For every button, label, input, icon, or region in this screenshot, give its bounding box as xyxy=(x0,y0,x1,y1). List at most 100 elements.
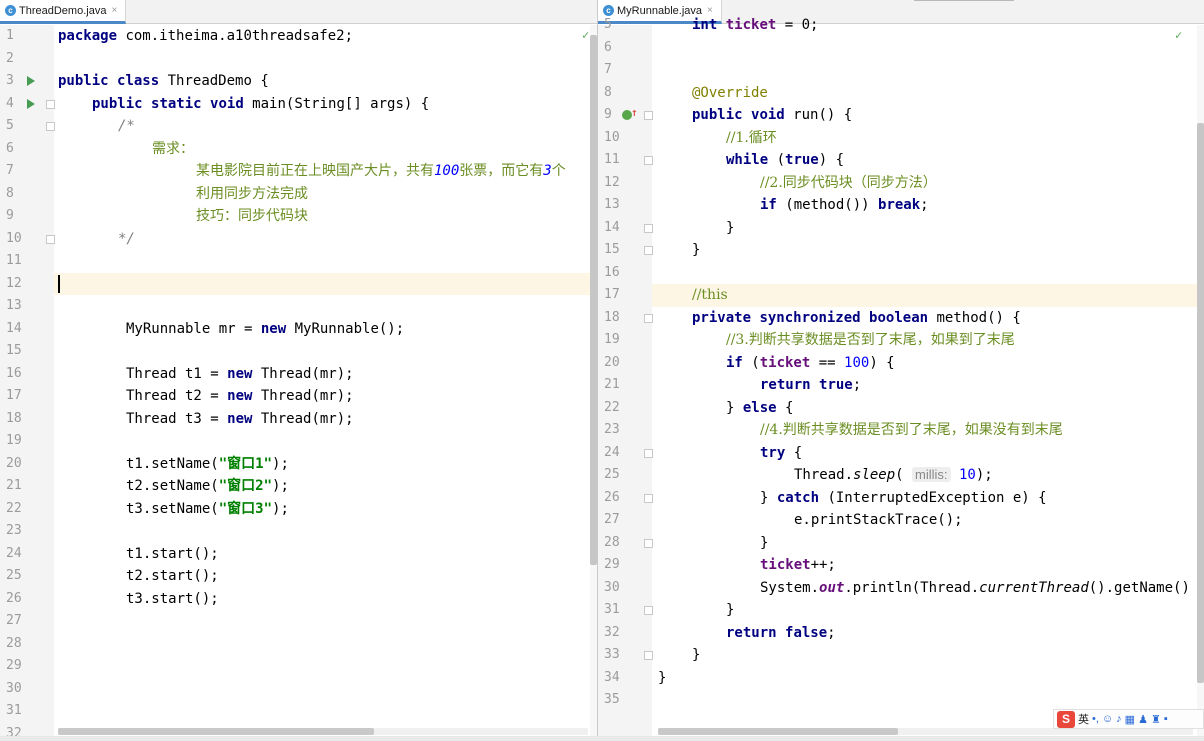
code-token: ); xyxy=(272,500,289,517)
gutter-line[interactable]: 16 xyxy=(0,363,54,386)
code-line: Thread t1 = new Thread(mr); xyxy=(54,363,597,386)
gutter-line[interactable]: 28 xyxy=(0,633,54,656)
gutter-line[interactable]: 7 xyxy=(0,160,54,183)
code-editor[interactable]: package com.itheima.a10threadsafe2; publi… xyxy=(54,25,597,741)
code-token: 利用同步方法完成 xyxy=(196,185,308,202)
code-token: int xyxy=(692,17,718,33)
line-number: 35 xyxy=(604,692,620,707)
code-line: } xyxy=(652,239,1197,262)
scrollbar-thumb[interactable] xyxy=(590,35,597,565)
line-number: 10 xyxy=(604,129,620,145)
horizontal-scrollbar[interactable] xyxy=(58,728,588,735)
mic-icon[interactable]: ♪ xyxy=(1116,713,1122,725)
gutter-line[interactable]: 31 xyxy=(0,700,54,723)
tab-threaddemo[interactable]: c ThreadDemo.java × xyxy=(0,0,127,24)
gutter-line[interactable]: 5 xyxy=(598,14,652,37)
line-number: 9 xyxy=(604,107,612,122)
code-line: */ xyxy=(54,228,597,251)
line-number: 11 xyxy=(6,253,22,268)
gutter-line[interactable]: 22 xyxy=(0,498,54,521)
gutter-line[interactable]: 34 xyxy=(598,667,652,690)
code-token: void xyxy=(210,95,244,112)
inspection-ok-icon[interactable]: ✓ xyxy=(1175,28,1182,42)
line-number: 15 xyxy=(6,343,22,358)
gutter-line[interactable]: 13 xyxy=(598,194,652,217)
gutter-line[interactable]: 24 xyxy=(0,543,54,566)
scrollbar-thumb[interactable] xyxy=(58,728,374,735)
vertical-scrollbar[interactable] xyxy=(590,25,597,741)
code-token: 技巧：同步代码块 xyxy=(196,208,308,224)
gutter-line[interactable]: 12 xyxy=(598,172,652,195)
inspection-ok-icon[interactable]: ✓ xyxy=(582,28,589,42)
run-icon[interactable] xyxy=(27,76,35,86)
horizontal-scrollbar[interactable] xyxy=(658,728,1193,735)
gutter-line[interactable]: 27 xyxy=(598,509,652,532)
skin-icon[interactable]: ♟ xyxy=(1138,713,1148,726)
scrollbar-thumb[interactable] xyxy=(658,728,898,735)
gutter-line[interactable]: 17 xyxy=(598,284,652,307)
gutter-line[interactable]: 20 xyxy=(598,352,652,375)
gutter-line[interactable]: 21 xyxy=(598,374,652,397)
gutter-line[interactable]: 8 xyxy=(598,82,652,105)
gutter-line[interactable]: 7 xyxy=(598,59,652,82)
vertical-scrollbar[interactable] xyxy=(1197,25,1204,741)
gutter-line[interactable]: 2 xyxy=(0,48,54,71)
code-token: } xyxy=(692,647,701,663)
sogou-logo-icon[interactable]: S xyxy=(1057,710,1075,728)
gutter-line[interactable]: 15 xyxy=(0,340,54,363)
line-number-gutter[interactable]: 5 6 7 8 9 10 11 12 13 14 15 16 17 18 19 20 21 22 23 24 25 26 2… xyxy=(598,17,653,741)
gutter-line[interactable]: 29 xyxy=(598,554,652,577)
gutter-line[interactable]: 32 xyxy=(598,622,652,645)
gutter-line[interactable]: 6 xyxy=(598,37,652,60)
code-token: t3.start(); xyxy=(126,590,219,607)
line-number: 22 xyxy=(6,500,22,516)
gutter-line[interactable]: 27 xyxy=(0,610,54,633)
gutter-line[interactable]: 30 xyxy=(598,577,652,600)
emoji-icon[interactable]: ☺ xyxy=(1102,713,1113,725)
scrollbar-thumb[interactable] xyxy=(1197,123,1204,683)
gutter-line[interactable]: 19 xyxy=(598,329,652,352)
keyboard-icon[interactable]: ▦ xyxy=(1125,713,1135,726)
code-token: ); xyxy=(272,478,289,494)
shirt-icon[interactable]: ♜ xyxy=(1151,713,1161,726)
left-tab-bar: c ThreadDemo.java × xyxy=(0,0,597,24)
gutter-line[interactable]: 10 xyxy=(598,127,652,150)
gutter-line[interactable]: 20 xyxy=(0,453,54,476)
gutter-line[interactable]: 30 xyxy=(0,678,54,701)
gutter-line[interactable]: 6 xyxy=(0,138,54,161)
arrow-up-icon[interactable]: ↑ xyxy=(631,106,638,119)
gutter-line[interactable]: 11 xyxy=(0,250,54,273)
gutter-line[interactable]: 26 xyxy=(0,588,54,611)
gutter-line[interactable]: 22 xyxy=(598,397,652,420)
close-icon[interactable]: × xyxy=(111,5,117,16)
gutter-line[interactable]: 12 xyxy=(0,273,54,296)
gutter-line[interactable]: 19 xyxy=(0,430,54,453)
code-line: t1.start(); xyxy=(54,543,597,566)
gutter-line[interactable]: 23 xyxy=(598,419,652,442)
code-editor[interactable]: int ticket = 0; @Override public void run(… xyxy=(652,17,1197,741)
grid-icon[interactable]: ▪ xyxy=(1164,713,1168,725)
gutter-line[interactable]: 14 xyxy=(0,318,54,341)
punctuation-icon[interactable]: •, xyxy=(1092,713,1099,725)
gutter-line[interactable]: 25 xyxy=(0,565,54,588)
gutter-line[interactable]: 1 xyxy=(0,25,54,48)
gutter-line[interactable]: 21 xyxy=(0,475,54,498)
right-editor-pane: c MyRunnable.java × 5 6 7 8 9 10 11 12 13 14 15 16 1… xyxy=(598,0,1204,741)
code-line: public class ThreadDemo { xyxy=(54,70,597,93)
gutter-line[interactable]: 29 xyxy=(0,655,54,678)
line-number-gutter[interactable]: 1 2 3 4 5 6 7 8 9 10 11 12 13 14 15 16 17 18 19 20 21 22 23 24 2… xyxy=(0,25,55,741)
gutter-line[interactable]: 13 xyxy=(0,295,54,318)
run-icon[interactable] xyxy=(27,98,35,109)
gutter-line[interactable]: 8 xyxy=(0,183,54,206)
ime-toolbar[interactable]: S 英 •, ☺ ♪ ▦ ♟ ♜ ▪ xyxy=(1053,709,1204,729)
gutter-line[interactable]: 16 xyxy=(598,262,652,285)
gutter-line[interactable]: 25 xyxy=(598,464,652,487)
ime-language[interactable]: 英 xyxy=(1078,711,1089,727)
gutter-line[interactable]: 9 xyxy=(0,205,54,228)
code-token: */ xyxy=(118,230,135,247)
gutter-line[interactable]: 17 xyxy=(0,385,54,408)
gutter-line[interactable]: 35 xyxy=(598,689,652,712)
gutter-line[interactable]: 18 xyxy=(0,408,54,431)
code-token: .println(Thread. xyxy=(844,579,980,596)
gutter-line[interactable]: 23 xyxy=(0,520,54,543)
